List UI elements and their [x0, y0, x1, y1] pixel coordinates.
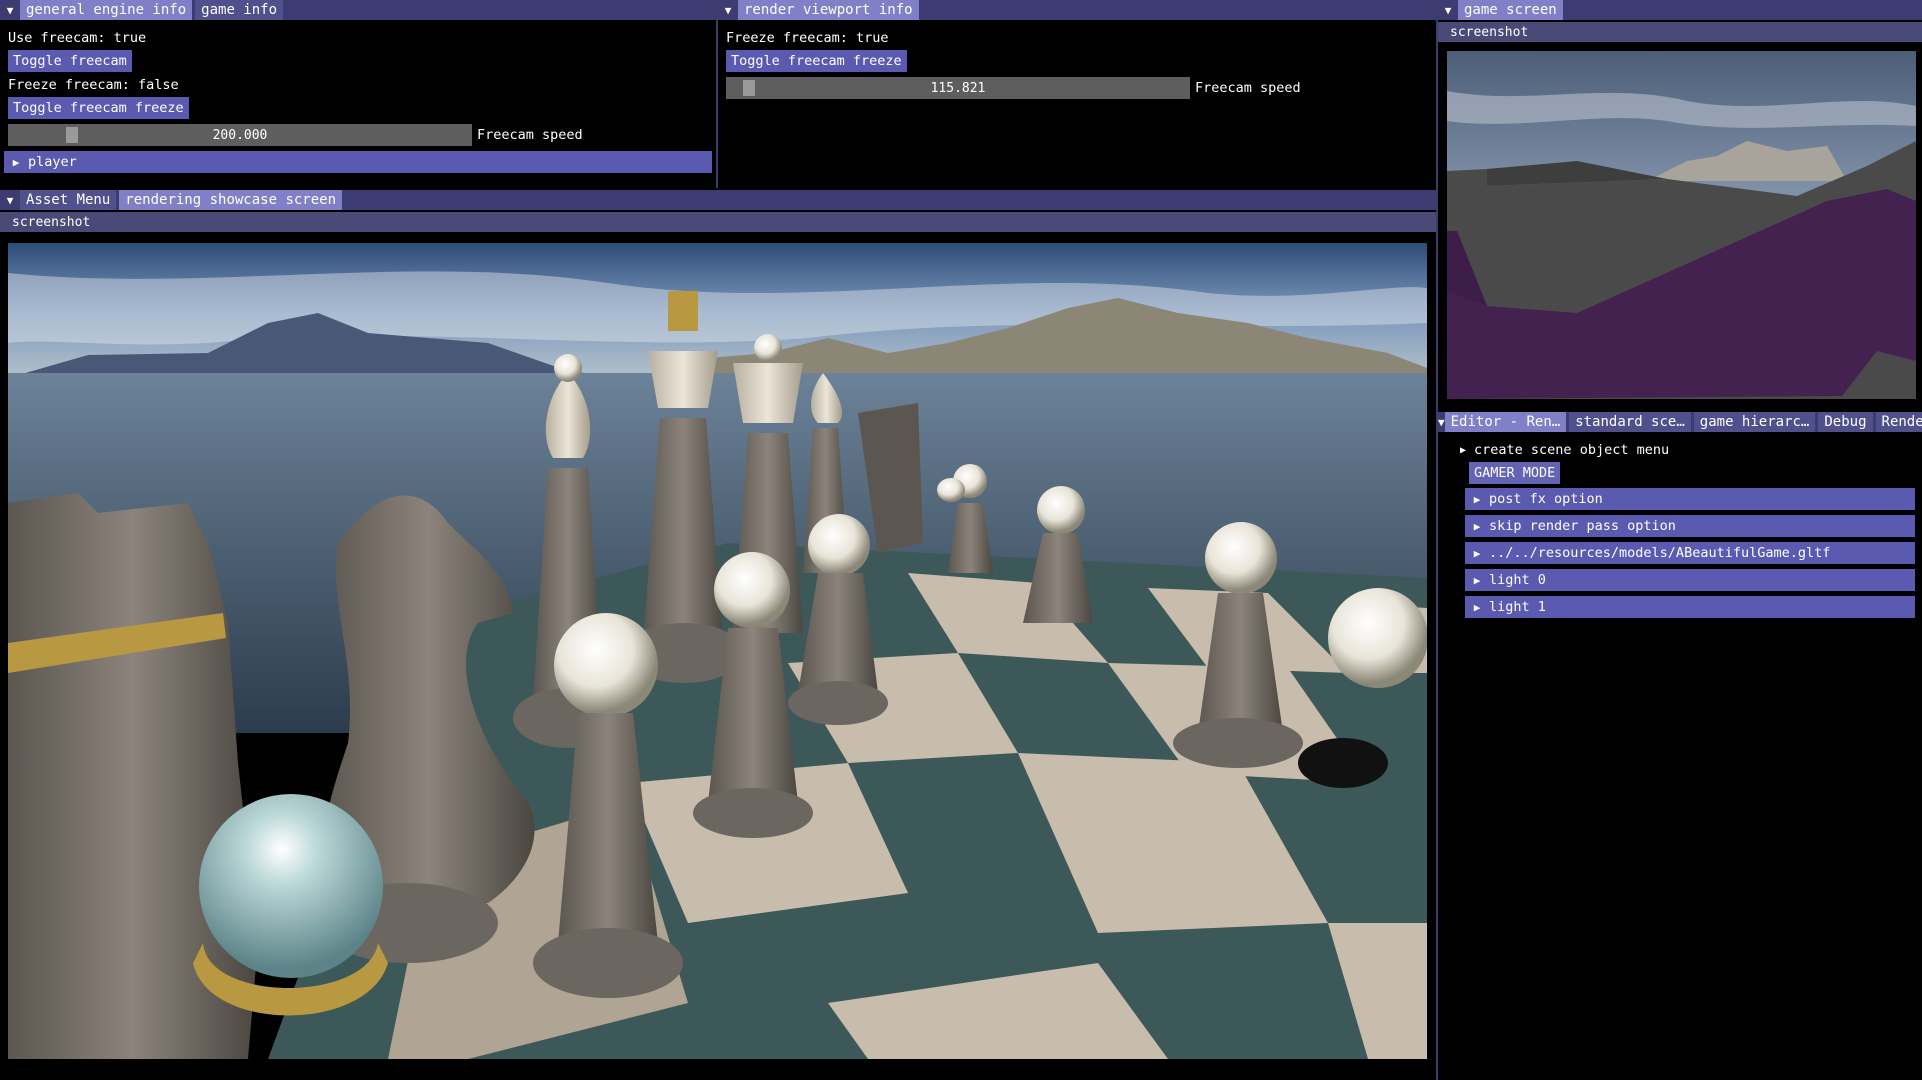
create-menu-label: create scene object menu: [1474, 442, 1670, 458]
triangle-right-icon: ▶: [1473, 573, 1481, 587]
render-viewport[interactable]: [8, 243, 1427, 1059]
collapse-icon[interactable]: ▼: [1438, 0, 1458, 20]
collapse-icon[interactable]: ▼: [1438, 412, 1445, 432]
collapse-icon[interactable]: ▼: [0, 190, 20, 210]
tree-node-player[interactable]: ▶ player: [4, 151, 712, 173]
render-viewport-panel: ▼ render viewport info Freeze freecam: t…: [718, 0, 1436, 188]
tab-renderer[interactable]: Renderer: [1875, 412, 1922, 432]
tab-asset-menu[interactable]: Asset Menu: [20, 190, 117, 210]
triangle-right-icon: ▶: [1473, 519, 1481, 533]
freecam-speed-slider[interactable]: 200.000: [8, 124, 472, 146]
collapse-icon[interactable]: ▼: [718, 0, 738, 20]
tab-game-info[interactable]: game info: [195, 0, 284, 20]
tree-node-skip-render-pass[interactable]: ▶ skip render pass option: [1465, 515, 1915, 537]
freecam-speed-label: Freecam speed: [1195, 80, 1301, 96]
game-screen-view[interactable]: [1447, 51, 1916, 399]
freecam-speed-label: Freecam speed: [477, 127, 583, 143]
triangle-right-icon: ▶: [1473, 492, 1481, 506]
gamer-mode-button[interactable]: GAMER MODE: [1469, 462, 1561, 484]
chess-scene-image: [8, 243, 1427, 1059]
tab-render-viewport-info[interactable]: render viewport info: [738, 0, 919, 20]
freecam-speed-slider[interactable]: 115.821: [726, 77, 1190, 99]
general-panel-tabbar: ▼ general engine info game info: [0, 0, 716, 20]
tab-general-engine-info[interactable]: general engine info: [20, 0, 193, 20]
tab-game-hierarchy[interactable]: game hierarc…: [1693, 412, 1816, 432]
slider-value: 200.000: [212, 127, 268, 143]
toggle-freecam-freeze-button[interactable]: Toggle freecam freeze: [726, 50, 907, 72]
tree-node-label: player: [28, 154, 77, 170]
tab-rendering-showcase-screen[interactable]: rendering showcase screen: [119, 190, 343, 210]
tree-node-label: ../../resources/models/ABeautifulGame.gl…: [1489, 545, 1831, 561]
tree-node-label: post fx option: [1489, 491, 1603, 507]
use-freecam-status: Use freecam: true: [8, 30, 147, 46]
tree-node-label: light 1: [1489, 599, 1546, 615]
triangle-right-icon: ▶: [1460, 444, 1467, 456]
tree-node-light-0[interactable]: ▶ light 0: [1465, 569, 1915, 591]
triangle-right-icon: ▶: [12, 155, 20, 169]
freeze-freecam-status: Freeze freecam: true: [726, 30, 889, 46]
tab-debug[interactable]: Debug: [1818, 412, 1873, 432]
game-screen-image: [1447, 51, 1916, 399]
toggle-freecam-button[interactable]: Toggle freecam: [8, 50, 132, 72]
slider-value: 115.821: [930, 80, 986, 96]
toggle-freecam-freeze-button[interactable]: Toggle freecam freeze: [8, 97, 189, 119]
tab-standard-scene[interactable]: standard sce…: [1569, 412, 1691, 432]
editor-panel: ▼ Editor - Ren… standard sce… game hiera…: [1438, 412, 1922, 1080]
tree-node-post-fx[interactable]: ▶ post fx option: [1465, 488, 1915, 510]
freeze-freecam-status: Freeze freecam: false: [8, 77, 179, 93]
tree-node-model-file[interactable]: ▶ ../../resources/models/ABeautifulGame.…: [1465, 542, 1915, 564]
screenshot-label-bar: screenshot: [0, 212, 1436, 232]
triangle-right-icon: ▶: [1473, 546, 1481, 560]
asset-menu-panel: ▼ Asset Menu rendering showcase screen s…: [0, 190, 1436, 1080]
tree-node-label: light 0: [1489, 572, 1546, 588]
screenshot-label-bar: screenshot: [1438, 22, 1922, 42]
tab-game-screen[interactable]: game screen: [1458, 0, 1563, 20]
asset-panel-tabbar: ▼ Asset Menu rendering showcase screen: [0, 190, 1436, 210]
general-engine-panel: ▼ general engine info game info Use free…: [0, 0, 716, 188]
collapse-icon[interactable]: ▼: [0, 0, 20, 20]
tree-node-label: skip render pass option: [1489, 518, 1676, 534]
create-scene-object-menu[interactable]: ▶ create scene object menu: [1460, 442, 1669, 458]
game-screen-panel: ▼ game screen screenshot: [1438, 0, 1922, 410]
screenshot-label: screenshot: [1450, 24, 1529, 40]
game-panel-tabbar: ▼ game screen: [1438, 0, 1922, 20]
triangle-right-icon: ▶: [1473, 600, 1481, 614]
editor-panel-tabbar: ▼ Editor - Ren… standard sce… game hiera…: [1438, 412, 1922, 432]
tab-editor-renderer[interactable]: Editor - Ren…: [1444, 412, 1567, 432]
render-panel-tabbar: ▼ render viewport info: [718, 0, 1436, 20]
screenshot-label: screenshot: [12, 214, 91, 230]
tree-node-light-1[interactable]: ▶ light 1: [1465, 596, 1915, 618]
